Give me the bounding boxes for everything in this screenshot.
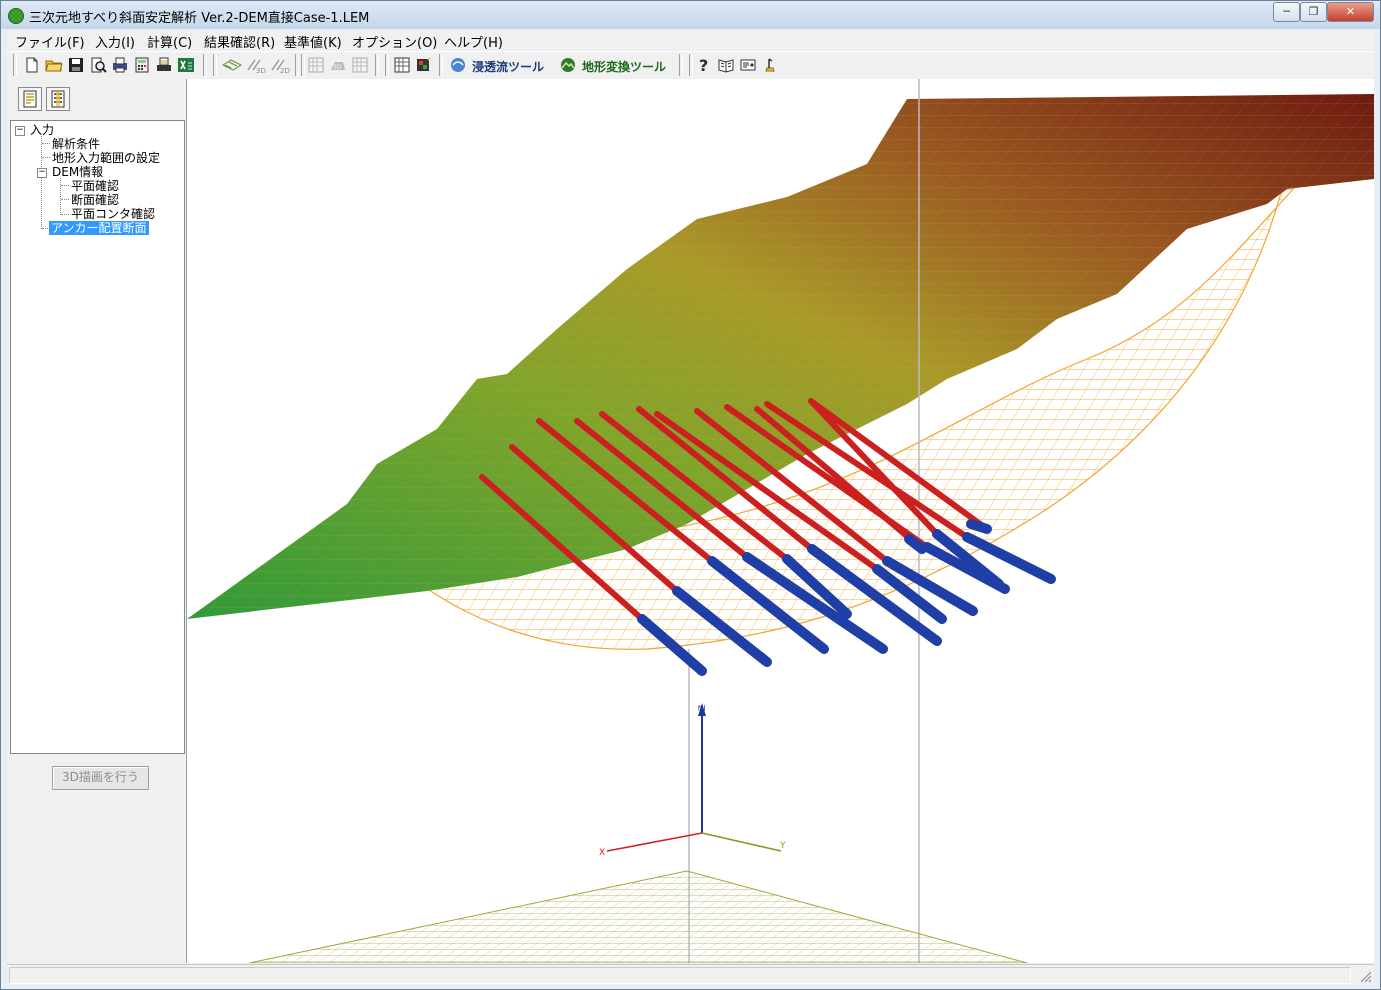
svg-text:?: ? [699, 56, 708, 74]
export-icon[interactable] [155, 56, 173, 74]
axis-z-label: Z [698, 705, 708, 711]
3d-viewport[interactable]: Z X Y [187, 79, 1374, 963]
toolbar-separator [439, 54, 443, 76]
menu-result[interactable]: 結果確認(R) [204, 32, 275, 51]
color-settings-icon[interactable] [415, 56, 433, 74]
tree-line [42, 228, 48, 229]
tree-collapse-icon[interactable]: − [15, 126, 25, 136]
status-bar [7, 964, 1374, 985]
menu-file[interactable]: ファイル(F) [15, 32, 85, 51]
tree-node-analysis-conditions[interactable]: 解析条件 [52, 137, 100, 151]
tree-node-section-check[interactable]: 断面確認 [71, 193, 119, 207]
menu-input[interactable]: 入力(I) [95, 32, 135, 51]
tree-node-anchor-section[interactable]: アンカー配置断面 [49, 221, 149, 235]
tree-line [61, 214, 69, 215]
tree-line [42, 157, 50, 158]
seepage-tool-button[interactable]: 浸透流ツール [472, 58, 544, 75]
tree-collapse-icon[interactable]: − [37, 168, 47, 178]
axis-x-label: X [599, 848, 605, 858]
3d-slope-render: Z X Y [187, 79, 1374, 963]
menu-options[interactable]: オプション(O) [352, 32, 437, 51]
toolbar-grip [689, 54, 693, 76]
toolbar-separator [295, 54, 299, 76]
tree-node-dem-info[interactable]: DEM情報 [52, 165, 103, 179]
expand-tree-icon[interactable] [18, 87, 42, 111]
draw-3d-button[interactable]: 3D描画を行う [52, 766, 149, 790]
title-bar[interactable]: 三次元地すべり斜面安定解析 Ver.2-DEM直接Case-1.LEM ─ ❐ … [1, 1, 1380, 29]
toolbar-separator [679, 54, 683, 76]
navigation-pane: − 入力 解析条件 地形入力範囲の設定 − DEM情報 平面確認 断面確認 平面… [7, 79, 187, 963]
tree-line [41, 136, 42, 229]
help-icon[interactable]: ? [695, 56, 713, 74]
terrain-icon[interactable] [559, 56, 577, 74]
collapse-tree-icon[interactable] [46, 87, 70, 111]
new-file-icon[interactable] [23, 56, 41, 74]
axis-y-label: Y [779, 841, 786, 851]
tree-line [61, 199, 69, 200]
print-icon[interactable] [111, 56, 129, 74]
app-logo-icon [8, 8, 24, 24]
restore-button[interactable]: ❐ [1300, 2, 1327, 22]
tree-line [60, 178, 61, 215]
3d-section-icon[interactable]: 3D [245, 56, 267, 74]
floor-grid [248, 870, 1028, 963]
toolbar-separator [375, 54, 379, 76]
grid-3d-solid-icon[interactable]: 3D [329, 56, 347, 74]
toolbar-grip [213, 54, 217, 76]
input-tree-view[interactable]: − 入力 解析条件 地形入力範囲の設定 − DEM情報 平面確認 断面確認 平面… [10, 120, 185, 754]
toolbar-separator [203, 54, 207, 76]
status-panel [9, 967, 1351, 984]
coordinate-axes [606, 703, 782, 852]
support-icon[interactable] [761, 56, 779, 74]
draw-panel: 3D描画を行う [10, 756, 185, 962]
minimize-button[interactable]: ─ [1273, 2, 1300, 22]
toolbar-grip [385, 54, 389, 76]
seepage-icon[interactable] [449, 56, 467, 74]
menu-standard[interactable]: 基準値(K) [284, 32, 342, 51]
tree-node-terrain-range[interactable]: 地形入力範囲の設定 [52, 151, 160, 165]
tree-line [42, 143, 50, 144]
save-icon[interactable] [67, 56, 85, 74]
terrain-tool-button[interactable]: 地形変換ツール [582, 58, 666, 75]
window-title: 三次元地すべり斜面安定解析 Ver.2-DEM直接Case-1.LEM [29, 11, 370, 26]
svg-text:3D: 3D [256, 67, 266, 74]
calculator-icon[interactable] [133, 56, 151, 74]
tree-node-contour-check[interactable]: 平面コンタ確認 [71, 207, 155, 221]
grid-3d-icon[interactable] [307, 56, 325, 74]
grid-toggle-icon[interactable] [393, 56, 411, 74]
toolbar-grip [13, 54, 17, 76]
close-button[interactable]: ✕ [1327, 2, 1374, 22]
excel-icon[interactable] [177, 56, 195, 74]
tree-node-plan-check[interactable]: 平面確認 [71, 179, 119, 193]
menu-calc[interactable]: 計算(C) [147, 32, 192, 51]
svg-text:2D: 2D [280, 67, 290, 74]
open-folder-icon[interactable] [45, 56, 63, 74]
tree-line [61, 185, 69, 186]
tree-node-input[interactable]: 入力 [30, 123, 54, 137]
application-window: 三次元地すべり斜面安定解析 Ver.2-DEM直接Case-1.LEM ─ ❐ … [0, 0, 1381, 990]
2d-section-icon[interactable]: 2D [269, 56, 291, 74]
id-card-icon[interactable] [739, 56, 757, 74]
toolbar-grip [301, 54, 305, 76]
resize-grip-icon[interactable] [1360, 971, 1372, 983]
grid-2d-icon[interactable] [351, 56, 369, 74]
manual-icon[interactable] [717, 56, 735, 74]
svg-text:3D: 3D [333, 64, 342, 71]
toolbar: 3D 2D 3D 浸透流ツール 地形変換ツール ? [7, 51, 1374, 80]
print-preview-icon[interactable] [89, 56, 107, 74]
menu-help[interactable]: ヘルプ(H) [444, 32, 503, 51]
3d-view-icon[interactable] [221, 56, 243, 74]
menu-bar: ファイル(F) 入力(I) 計算(C) 結果確認(R) 基準値(K) オプション… [7, 30, 1374, 51]
